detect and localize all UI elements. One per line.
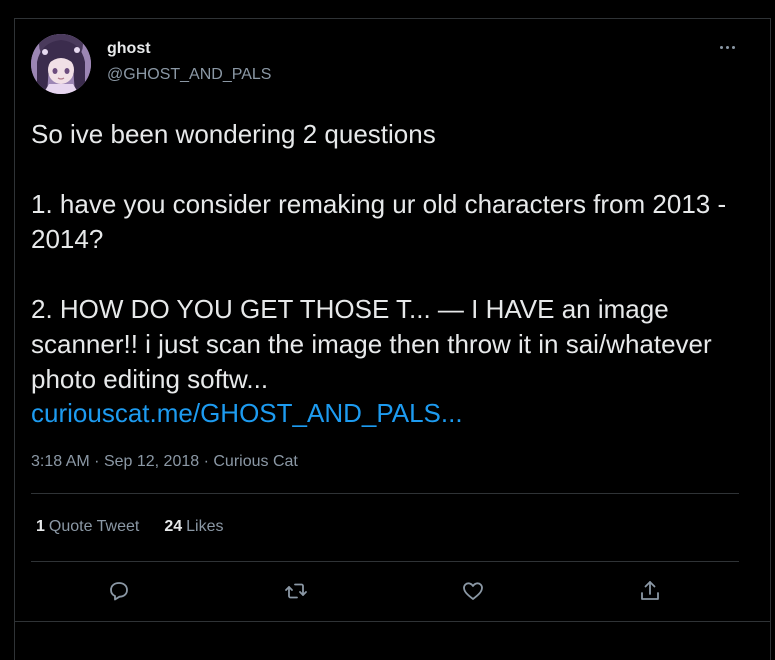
tweet-text: So ive been wondering 2 questions 1. hav… (31, 119, 727, 394)
quote-label: Quote Tweet (48, 518, 140, 535)
divider (31, 493, 739, 494)
meta-separator: · (94, 453, 100, 470)
tweet-link[interactable]: curiouscat.me/GHOST_AND_PALS... (31, 396, 463, 431)
likes-count: 24 (164, 518, 183, 535)
display-name[interactable]: ghost (107, 40, 151, 58)
quote-count: 1 (36, 518, 45, 535)
more-dot (719, 45, 723, 49)
divider (14, 621, 771, 622)
more-dot (731, 45, 735, 49)
share-icon[interactable] (635, 576, 665, 606)
reply-icon[interactable] (104, 576, 134, 606)
quote-tweets-stat[interactable]: 1 Quote Tweet (36, 518, 139, 536)
tweet-meta: 3:18 AM · Sep 12, 2018 · Curious Cat (31, 453, 298, 471)
more-options-icon[interactable] (712, 36, 742, 58)
tweet-time[interactable]: 3:18 AM (31, 453, 90, 470)
tweet-date[interactable]: Sep 12, 2018 (104, 453, 199, 470)
divider (31, 561, 739, 562)
meta-separator: · (203, 453, 209, 470)
tweet-source[interactable]: Curious Cat (213, 453, 297, 470)
tweet-stats: 1 Quote Tweet 24 Likes (36, 518, 224, 536)
retweet-icon[interactable] (281, 576, 311, 606)
more-dot (725, 45, 729, 49)
heart-icon[interactable] (458, 576, 488, 606)
avatar-image (31, 34, 91, 94)
likes-label: Likes (186, 518, 224, 535)
user-handle[interactable]: @GHOST_AND_PALS (107, 66, 271, 84)
avatar[interactable] (31, 34, 91, 94)
likes-stat[interactable]: 24 Likes (164, 518, 223, 536)
